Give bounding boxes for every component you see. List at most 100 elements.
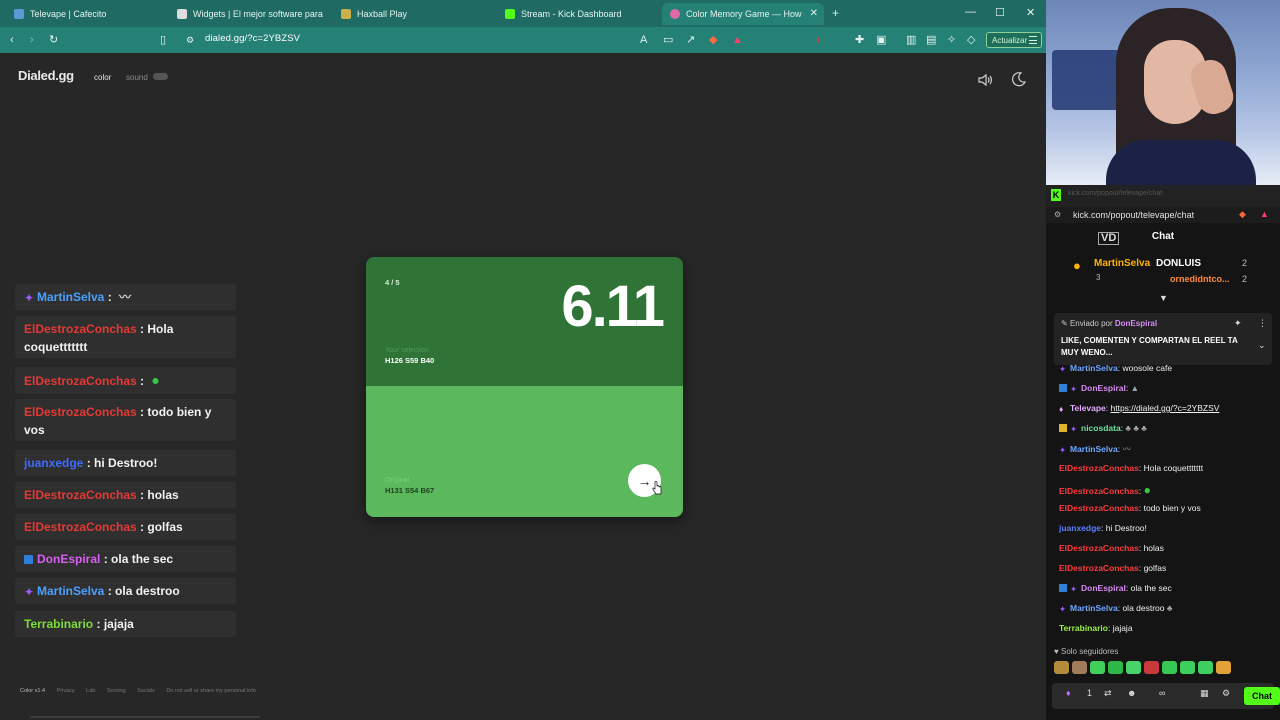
pinned-text: LIKE, COMENTEN Y COMPARTAN EL REEL TA MU…	[1061, 336, 1238, 357]
connect-icon[interactable]: ∞	[1159, 688, 1165, 698]
site-logo[interactable]: Dialed.gg	[18, 68, 74, 83]
translate-icon[interactable]: A	[640, 33, 647, 47]
microphone-icon[interactable]: ♦	[1066, 688, 1071, 698]
nav-color-link[interactable]: color	[94, 73, 111, 82]
extension-icon[interactable]: ◐	[816, 33, 823, 47]
followers-only-notice: ♥ Solo seguidores	[1054, 647, 1118, 656]
chat-user[interactable]: MartinSelva	[1070, 363, 1118, 373]
chat-user[interactable]: ElDestrozaConchas	[1059, 563, 1139, 573]
emote-icon[interactable]	[1216, 661, 1231, 674]
popout-url[interactable]: kick.com/popout/televape/chat	[1073, 210, 1194, 220]
round-counter: 4 / 5	[385, 278, 400, 287]
chat-user[interactable]: ElDestrozaConchas	[1059, 503, 1139, 513]
brave-shield-icon[interactable]: ◆	[709, 33, 717, 47]
screen-icon[interactable]: ▭	[663, 33, 673, 47]
chat-user[interactable]: ElDestrozaConchas	[1059, 463, 1139, 473]
moon-icon[interactable]	[1011, 71, 1027, 87]
chat-text: jajaja	[1112, 623, 1133, 633]
chat-user[interactable]: ElDestrozaConchas	[1059, 486, 1139, 496]
emoji-icon[interactable]: ☻	[1127, 688, 1136, 698]
expand-leaderboard-icon[interactable]: ▼	[1159, 293, 1168, 303]
minimize-icon[interactable]: —	[965, 6, 976, 18]
chat-user[interactable]: Terrabinario	[1059, 623, 1108, 633]
leo-icon[interactable]: ✧	[947, 33, 956, 47]
chat-user[interactable]: MartinSelva	[1070, 603, 1118, 613]
vpn-icon[interactable]: ◇	[967, 33, 975, 47]
chat-message: juanxedge: hi Destroo!	[1059, 523, 1147, 533]
chat-user[interactable]: MartinSelva	[1070, 444, 1118, 454]
speaker-icon[interactable]	[976, 71, 994, 89]
chat-title: Chat	[1151, 231, 1175, 242]
chat-user[interactable]: ElDestrozaConchas	[1059, 543, 1139, 553]
tab-widgets[interactable]: Widgets | El mejor software para potenci…	[177, 3, 325, 25]
chat-user[interactable]: DonEspiral	[1081, 383, 1126, 393]
maximize-icon[interactable]: ☐	[995, 6, 1005, 19]
original-label: Original	[385, 477, 410, 484]
tab-kick-dashboard[interactable]: Stream - Kick Dashboard	[505, 3, 655, 25]
overlay-chat-message: Terrabinario : jajaja	[15, 611, 236, 637]
chat-user[interactable]: Televape	[1070, 403, 1106, 413]
emote-icon[interactable]	[1072, 661, 1087, 674]
emote-icon[interactable]	[1108, 661, 1123, 674]
more-options-icon[interactable]: ⋮	[1258, 318, 1267, 329]
emote-icon[interactable]	[1162, 661, 1177, 674]
chat-user[interactable]: DonEspiral	[1081, 583, 1126, 593]
chat-user[interactable]: juanxedge	[1059, 523, 1101, 533]
webcam-poster	[1052, 50, 1122, 110]
puzzle-icon[interactable]: ✚	[855, 33, 864, 47]
followers-only-label: Solo seguidores	[1060, 647, 1119, 656]
footer-lab-link[interactable]: Lab	[86, 688, 95, 694]
chat-user[interactable]: nicosdata	[1081, 423, 1121, 433]
sound-toggle[interactable]	[153, 73, 168, 80]
new-tab-icon[interactable]: +	[832, 6, 839, 20]
close-tab-icon[interactable]: ✕	[810, 8, 818, 19]
address-bar[interactable]: dialed.gg/?c=2YBZSV	[205, 33, 300, 44]
site-settings-icon[interactable]: ⚙	[186, 33, 194, 47]
site-info-icon[interactable]: ⚙	[1054, 210, 1061, 219]
emote-icon[interactable]	[1144, 661, 1159, 674]
wallet-icon[interactable]: ▤	[926, 33, 936, 47]
close-window-icon[interactable]: ✕	[1026, 6, 1035, 19]
sidebar-icon[interactable]: ▥	[906, 33, 916, 47]
gold-medal-icon: ●	[1073, 258, 1081, 273]
send-chat-button[interactable]: Chat	[1244, 687, 1280, 705]
nav-sound-link[interactable]: sound	[126, 73, 148, 82]
gift-icon[interactable]: ▦	[1200, 688, 1209, 699]
screen: Televape | Cafecito Widgets | El mejor s…	[0, 0, 1280, 720]
emote-icon[interactable]	[1180, 661, 1195, 674]
unpin-icon[interactable]: ✦	[1234, 318, 1242, 329]
emote-icon[interactable]	[1198, 661, 1213, 674]
horizontal-scrollbar[interactable]	[30, 716, 260, 718]
footer-privacy-link[interactable]: Privacy	[57, 688, 75, 694]
tab-label: Haxball Play	[357, 9, 408, 19]
footer-scoring-link[interactable]: Scoring	[107, 688, 126, 694]
reload-icon[interactable]: ↻	[49, 33, 58, 47]
leaderboard-third: ornedidntco...	[1170, 274, 1230, 284]
screenshot-icon[interactable]: ▣	[876, 33, 886, 47]
overlay-chat-message: ✦ MartinSelva : 〰	[15, 284, 236, 310]
emote-icon[interactable]	[1126, 661, 1141, 674]
gear-icon[interactable]: ⚙	[1222, 688, 1230, 699]
translate-icon[interactable]: ⇄	[1104, 688, 1112, 699]
kick-logo-icon: K	[1051, 189, 1061, 201]
forward-icon[interactable]: ›	[30, 33, 34, 47]
emote-icon[interactable]	[1090, 661, 1105, 674]
emote-icon[interactable]	[1054, 661, 1069, 674]
brave-rewards-icon[interactable]: ▲	[732, 33, 743, 47]
chat-link[interactable]: https://dialed.gg/?c=2YBZSV	[1111, 403, 1220, 413]
footer-privacy-choice-link[interactable]: Do not sell or share my personal info	[166, 688, 256, 694]
bookmark-icon[interactable]: ▯	[160, 33, 166, 47]
brave-rewards-icon[interactable]: ▲	[1260, 209, 1269, 219]
tab-televape-cafecito[interactable]: Televape | Cafecito	[14, 3, 164, 25]
score-value: 6.11	[561, 274, 665, 339]
brave-shield-icon[interactable]: ◆	[1239, 209, 1246, 220]
tab-haxball[interactable]: Haxball Play	[341, 3, 491, 25]
back-icon[interactable]: ‹	[10, 33, 14, 47]
update-button[interactable]: Actualizar	[986, 32, 1042, 48]
chevron-down-icon[interactable]: ⌄	[1258, 340, 1266, 351]
footer-socials-link[interactable]: Socials	[137, 688, 155, 694]
pinned-by-label: Enviado por	[1069, 319, 1113, 328]
tab-color-memory-game[interactable]: Color Memory Game — How ✕	[662, 3, 824, 25]
overlay-text: hi Destroo!	[94, 456, 158, 470]
share-icon[interactable]: ↗	[686, 33, 695, 47]
